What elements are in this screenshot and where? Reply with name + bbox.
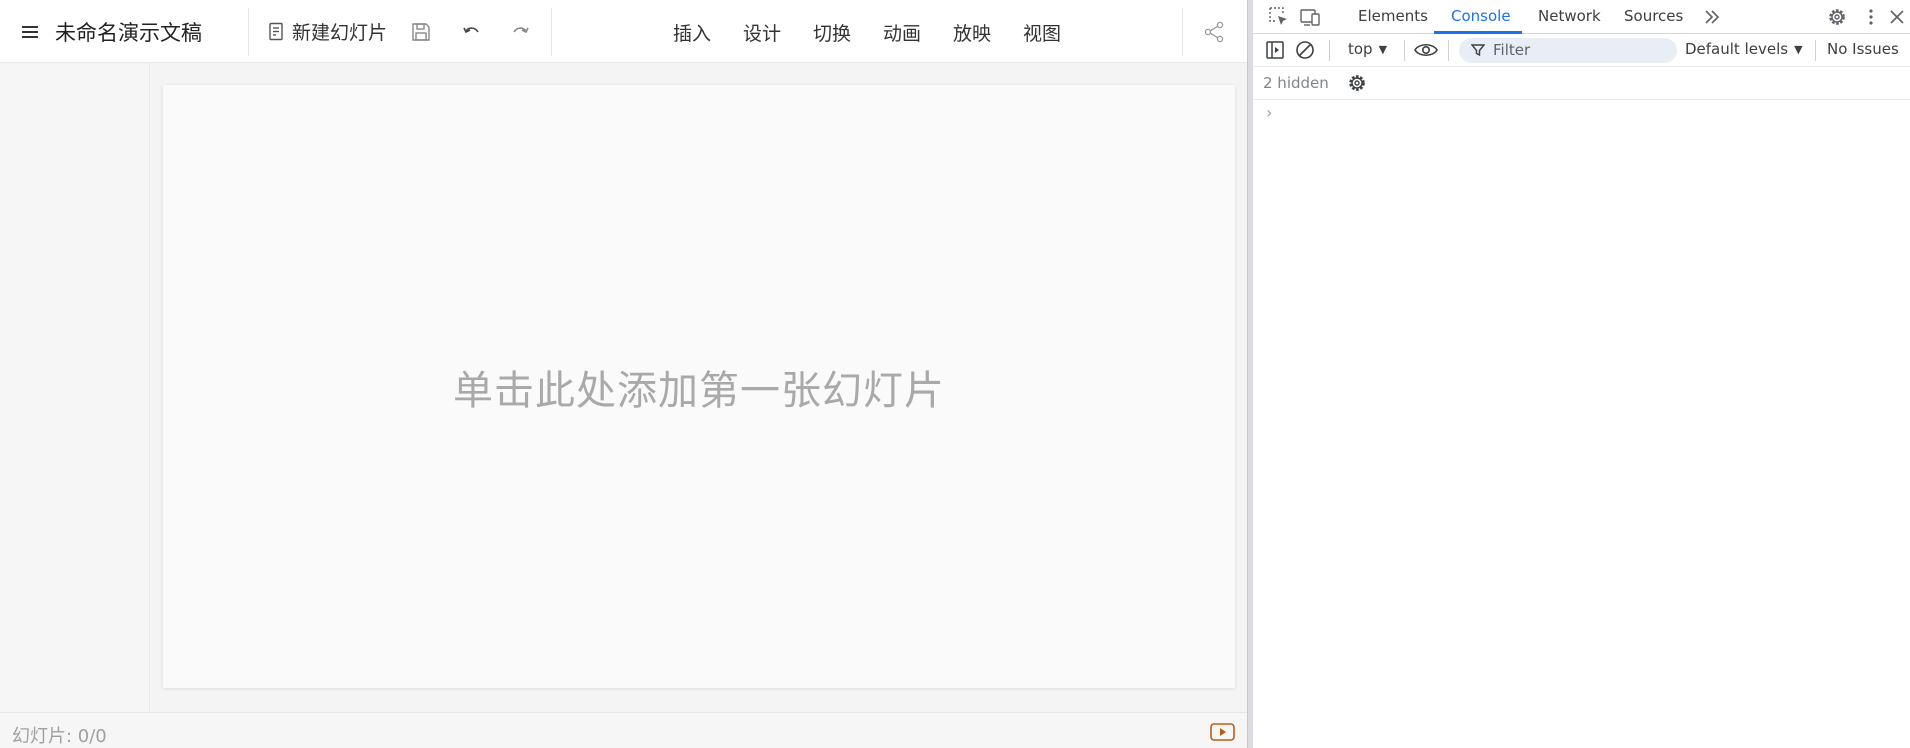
hidden-count: 2 hidden xyxy=(1263,74,1329,92)
tab-sources[interactable]: Sources xyxy=(1624,7,1683,25)
tab-network[interactable]: Network xyxy=(1538,7,1601,25)
context-selector[interactable]: top ▼ xyxy=(1348,40,1387,58)
context-value: top xyxy=(1348,40,1373,58)
nav-view[interactable]: 视图 xyxy=(1023,19,1061,46)
caret-down-icon: ▼ xyxy=(1378,42,1388,56)
clear-console-icon[interactable] xyxy=(1293,38,1317,62)
document-title[interactable]: 未命名演示文稿 xyxy=(55,17,202,47)
chevron-double-right-icon[interactable] xyxy=(1700,5,1724,29)
nav-insert[interactable]: 插入 xyxy=(673,19,711,46)
inspect-element-icon[interactable] xyxy=(1267,5,1291,29)
share-icon[interactable] xyxy=(1202,20,1226,44)
kebab-menu-icon[interactable] xyxy=(1859,5,1883,29)
toolbar-divider xyxy=(1448,40,1449,61)
presentation-app: 未命名演示文稿 新建幻灯片 插入 设计 切换 动画 放映 视图 单击此处添加第一… xyxy=(0,0,1247,748)
tab-console[interactable]: Console xyxy=(1451,7,1511,25)
toolbar-divider xyxy=(1182,8,1183,56)
eye-icon[interactable] xyxy=(1413,38,1438,62)
filter-input[interactable]: Filter xyxy=(1459,38,1677,63)
new-slide-label: 新建幻灯片 xyxy=(292,22,388,44)
nav-design[interactable]: 设计 xyxy=(743,19,781,46)
slide-hint-text: 单击此处添加第一张幻灯片 xyxy=(453,367,945,414)
toolbar-divider xyxy=(1815,40,1816,61)
console-settings-gear-icon[interactable] xyxy=(1345,71,1369,95)
close-icon[interactable] xyxy=(1885,5,1909,29)
redo-icon[interactable] xyxy=(509,20,533,44)
document-icon xyxy=(269,22,283,40)
nav-animation[interactable]: 动画 xyxy=(883,19,921,46)
undo-icon[interactable] xyxy=(459,20,483,44)
issues-button[interactable]: No Issues xyxy=(1827,40,1899,58)
devtools-tab-bar: Elements Console Network Sources xyxy=(1253,0,1910,34)
slide-thumbnail-panel[interactable] xyxy=(0,63,150,712)
slide-count: 幻灯片: 0/0 xyxy=(12,726,107,747)
device-toolbar-icon[interactable] xyxy=(1298,5,1322,29)
filter-placeholder: Filter xyxy=(1493,41,1531,59)
editor-canvas: 单击此处添加第一张幻灯片 xyxy=(150,63,1247,712)
empty-slide-placeholder[interactable]: 单击此处添加第一张幻灯片 xyxy=(163,85,1235,688)
log-levels-dropdown[interactable]: Default levels ▼ xyxy=(1685,40,1803,58)
toolbar-divider xyxy=(1329,40,1330,61)
caret-down-icon: ▼ xyxy=(1794,42,1803,56)
levels-value: Default levels xyxy=(1685,40,1789,58)
hidden-messages-bar: 2 hidden xyxy=(1253,67,1910,100)
console-output[interactable] xyxy=(1253,100,1910,748)
toolbar-divider xyxy=(1404,40,1405,61)
status-bar: 幻灯片: 0/0 xyxy=(0,712,1247,748)
save-icon[interactable] xyxy=(409,20,433,44)
new-slide-button[interactable]: 新建幻灯片 xyxy=(268,18,387,45)
hamburger-icon[interactable] xyxy=(18,20,42,44)
gear-icon[interactable] xyxy=(1825,5,1849,29)
console-prompt[interactable]: › xyxy=(1266,103,1272,122)
console-toolbar: top ▼ Filter Default levels ▼ No Issues xyxy=(1253,34,1910,67)
top-toolbar: 未命名演示文稿 新建幻灯片 插入 设计 切换 动画 放映 视图 xyxy=(0,0,1247,63)
play-icon[interactable] xyxy=(1210,723,1235,741)
tab-elements[interactable]: Elements xyxy=(1358,7,1428,25)
toolbar-divider xyxy=(551,8,552,56)
nav-transition[interactable]: 切换 xyxy=(813,19,851,46)
toolbar-divider xyxy=(248,8,249,56)
filter-icon xyxy=(1471,44,1485,57)
sidebar-toggle-icon[interactable] xyxy=(1263,38,1287,62)
nav-slideshow[interactable]: 放映 xyxy=(953,19,991,46)
devtools-panel: Elements Console Network Sources top ▼ F… xyxy=(1253,0,1910,748)
